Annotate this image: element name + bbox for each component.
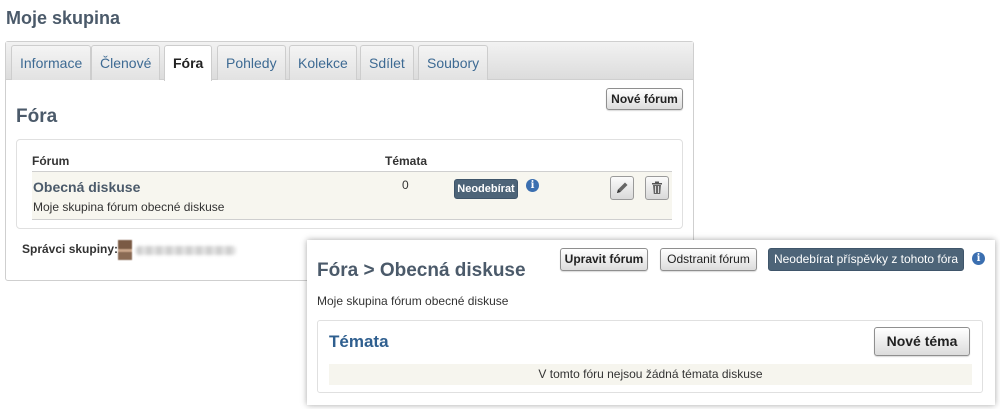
topics-title: Témata xyxy=(329,332,389,351)
new-forum-button[interactable]: Nové fórum xyxy=(606,88,683,110)
group-admins-label: Správci skupiny: xyxy=(22,242,119,256)
forum-detail-description: Moje skupina fórum obecné diskuse xyxy=(317,294,509,308)
page-title: Moje skupina xyxy=(6,8,121,28)
delete-forum-detail-button[interactable]: Odstranit fórum xyxy=(660,248,757,271)
unsubscribe-posts-button[interactable]: Neodebírat příspěvky z tohoto fóra xyxy=(768,248,964,271)
edit-forum-button[interactable] xyxy=(610,176,634,200)
tab-sdilet[interactable]: Sdílet xyxy=(360,45,414,80)
edit-forum-detail-button[interactable]: Upravit fórum xyxy=(560,248,648,271)
tab-informace[interactable]: Informace xyxy=(11,45,92,80)
column-header-forum: Fórum xyxy=(32,154,70,168)
empty-topics-message: V tomto fóru nejsou žádná témata diskuse xyxy=(329,364,972,385)
forum-name-link[interactable]: Obecná diskuse xyxy=(33,179,140,195)
tab-soubory[interactable]: Soubory xyxy=(418,45,489,80)
tab-pohledy[interactable]: Pohledy xyxy=(217,45,286,80)
delete-forum-button[interactable] xyxy=(645,176,669,200)
admin-name-blurred xyxy=(136,246,236,255)
avatar xyxy=(118,240,132,260)
column-header-topics: Témata xyxy=(385,154,428,168)
topics-section: Témata Nové téma V tomto fóru nejsou žád… xyxy=(317,320,983,393)
pencil-icon xyxy=(617,182,628,193)
forum-description: Moje skupina fórum obecné diskuse xyxy=(33,200,225,214)
new-topic-button[interactable]: Nové téma xyxy=(874,327,970,356)
tab-clenove[interactable]: Členové xyxy=(91,45,161,80)
trash-icon xyxy=(652,181,662,194)
forum-list: Fórum Témata Obecná diskuse Moje skupina… xyxy=(16,139,683,229)
forums-title: Fóra xyxy=(16,106,58,127)
tab-kolekce[interactable]: Kolekce xyxy=(289,45,357,80)
table-row: Obecná diskuse Moje skupina fórum obecné… xyxy=(32,172,672,219)
forum-detail-panel: Upravit fórum Odstranit fórum Neodebírat… xyxy=(307,240,995,405)
forum-topic-count: 0 xyxy=(402,178,409,192)
unsubscribe-button[interactable]: Neodebírat xyxy=(454,179,518,199)
info-icon[interactable]: i xyxy=(526,179,539,192)
info-icon[interactable]: i xyxy=(972,252,985,265)
tab-bar: Informace Členové Fóra Pohledy Kolekce S… xyxy=(6,42,693,81)
row-divider xyxy=(32,219,672,220)
tab-fora[interactable]: Fóra xyxy=(164,45,213,81)
breadcrumb: Fóra > Obecná diskuse xyxy=(317,260,526,281)
